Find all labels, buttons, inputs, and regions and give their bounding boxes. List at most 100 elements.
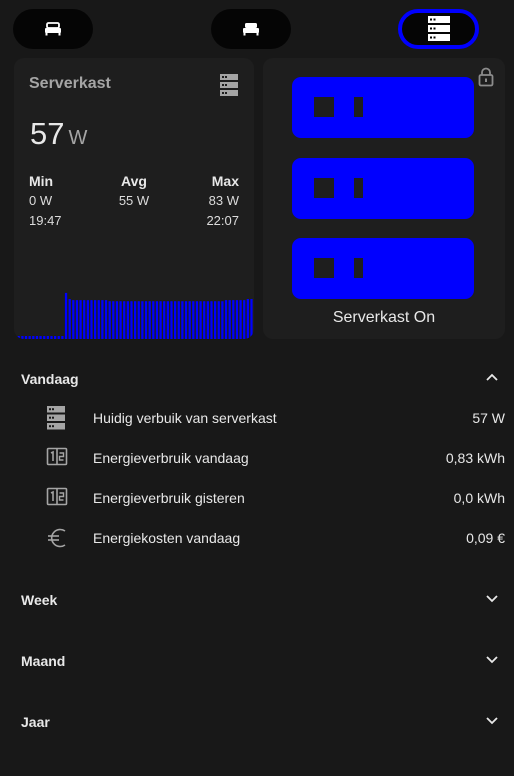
chart-bar: [94, 300, 97, 339]
chart-bar: [221, 301, 224, 339]
chart-bar: [192, 301, 195, 339]
chart-bar: [21, 336, 24, 339]
chart-bar: [174, 301, 177, 339]
counter-icon: [46, 447, 68, 466]
chart-bar: [232, 300, 235, 339]
chart-bar: [148, 301, 151, 339]
chart-bar: [188, 301, 191, 339]
chart-bar: [250, 299, 253, 339]
chart-bar: [243, 300, 246, 339]
segment-line: [354, 97, 363, 117]
section-month-header[interactable]: Maand: [0, 645, 514, 679]
stat-max-value: 83 W: [208, 193, 239, 208]
segment-line: [354, 258, 363, 278]
chart-bar: [206, 301, 209, 339]
segment-square: [314, 97, 334, 117]
chart-bar: [90, 300, 93, 339]
power-card[interactable]: Serverkast 57 W Min 0 W 19:47 Avg 55 W Ma…: [14, 58, 254, 339]
chart-bar: [50, 336, 53, 339]
power-value: 57 W: [30, 116, 87, 152]
chart-bar: [35, 336, 39, 339]
chevron-down-icon[interactable]: [484, 651, 500, 667]
nav-bed-button-1[interactable]: [13, 9, 93, 49]
section-week-title: Week: [21, 592, 58, 608]
chart-bar: [104, 300, 108, 339]
chart-bar: [97, 300, 100, 339]
euro-icon: [48, 528, 66, 548]
stat-min-time: 19:47: [29, 213, 62, 228]
power-value-number: 57: [30, 116, 65, 151]
chart-bar: [228, 300, 231, 339]
chart-bar: [17, 336, 20, 339]
chart-bar: [246, 299, 249, 339]
switch-card[interactable]: Serverkast On: [263, 58, 505, 339]
chart-bar: [79, 300, 82, 339]
chevron-up-icon[interactable]: [484, 369, 500, 385]
switch-segment-3[interactable]: [292, 238, 474, 299]
row-value: 0,0 kWh: [453, 490, 505, 506]
row-value: 57 W: [472, 410, 505, 426]
chart-bar: [57, 336, 60, 339]
row-value: 0,09 €: [466, 530, 505, 546]
section-week-header[interactable]: Week: [0, 584, 514, 618]
list-item[interactable]: Energieverbruik vandaag 0,83 kWh: [0, 443, 514, 473]
chevron-down-icon[interactable]: [484, 712, 500, 728]
chart-bar: [54, 336, 57, 339]
chart-bar: [61, 336, 64, 339]
power-card-title: Serverkast: [29, 75, 111, 92]
stat-max-label: Max: [211, 173, 239, 189]
server-icon: [427, 16, 450, 41]
section-today-title: Vandaag: [21, 371, 79, 387]
chart-bar: [83, 300, 86, 339]
chart-bar: [43, 336, 46, 339]
list-item[interactable]: Energiekosten vandaag 0,09 €: [0, 523, 514, 553]
switch-segment-2[interactable]: [292, 158, 474, 219]
chart-bar: [126, 301, 129, 339]
chart-bar: [32, 336, 35, 339]
chart-bar: [72, 300, 75, 339]
chart-bar: [28, 336, 31, 339]
chart-bar: [14, 336, 17, 339]
chart-bar: [46, 336, 49, 339]
list-item[interactable]: Energieverbruik gisteren 0,0 kWh: [0, 483, 514, 513]
chart-bar: [64, 292, 68, 339]
lock-icon[interactable]: [478, 67, 494, 87]
segment-line: [354, 178, 363, 198]
chart-bar: [86, 300, 89, 339]
chart-bar: [112, 301, 115, 339]
chart-bar: [68, 299, 71, 339]
chart-bar: [119, 301, 122, 339]
chart-bar: [181, 301, 184, 339]
section-year-header[interactable]: Jaar: [0, 706, 514, 740]
chart-bar: [177, 301, 180, 339]
nav-server-button[interactable]: [398, 9, 479, 49]
chart-bar: [217, 301, 220, 339]
power-value-unit: W: [68, 127, 88, 149]
chart-bar: [239, 300, 242, 339]
chart-bar: [141, 301, 144, 339]
chart-bar: [152, 301, 155, 339]
chart-bar: [108, 301, 111, 339]
list-item[interactable]: Huidig verbuik van serverkast 57 W: [0, 403, 514, 433]
chart-bar: [123, 301, 126, 339]
chart-bar: [235, 300, 239, 339]
chart-bar: [115, 301, 119, 339]
chart-bar: [137, 301, 140, 339]
chart-bar: [155, 301, 159, 339]
chart-bar: [159, 301, 162, 339]
row-label: Energieverbruik gisteren: [93, 490, 245, 506]
chart-bar: [101, 300, 104, 339]
chart-bar: [199, 301, 202, 339]
nav-bed-button-2[interactable]: [211, 9, 291, 49]
chart-bar: [75, 300, 79, 339]
chart-bar: [130, 301, 133, 339]
section-today-header[interactable]: Vandaag: [0, 363, 514, 397]
row-value: 0,83 kWh: [445, 450, 505, 466]
chart-bar: [170, 301, 173, 339]
chevron-down-icon[interactable]: [484, 590, 500, 606]
switch-label: Serverkast On: [332, 309, 436, 326]
chart-bar: [166, 301, 169, 339]
chart-bar: [163, 301, 166, 339]
stat-max: Max 83 W 22:07: [206, 171, 239, 231]
switch-segment-1[interactable]: [292, 77, 474, 138]
